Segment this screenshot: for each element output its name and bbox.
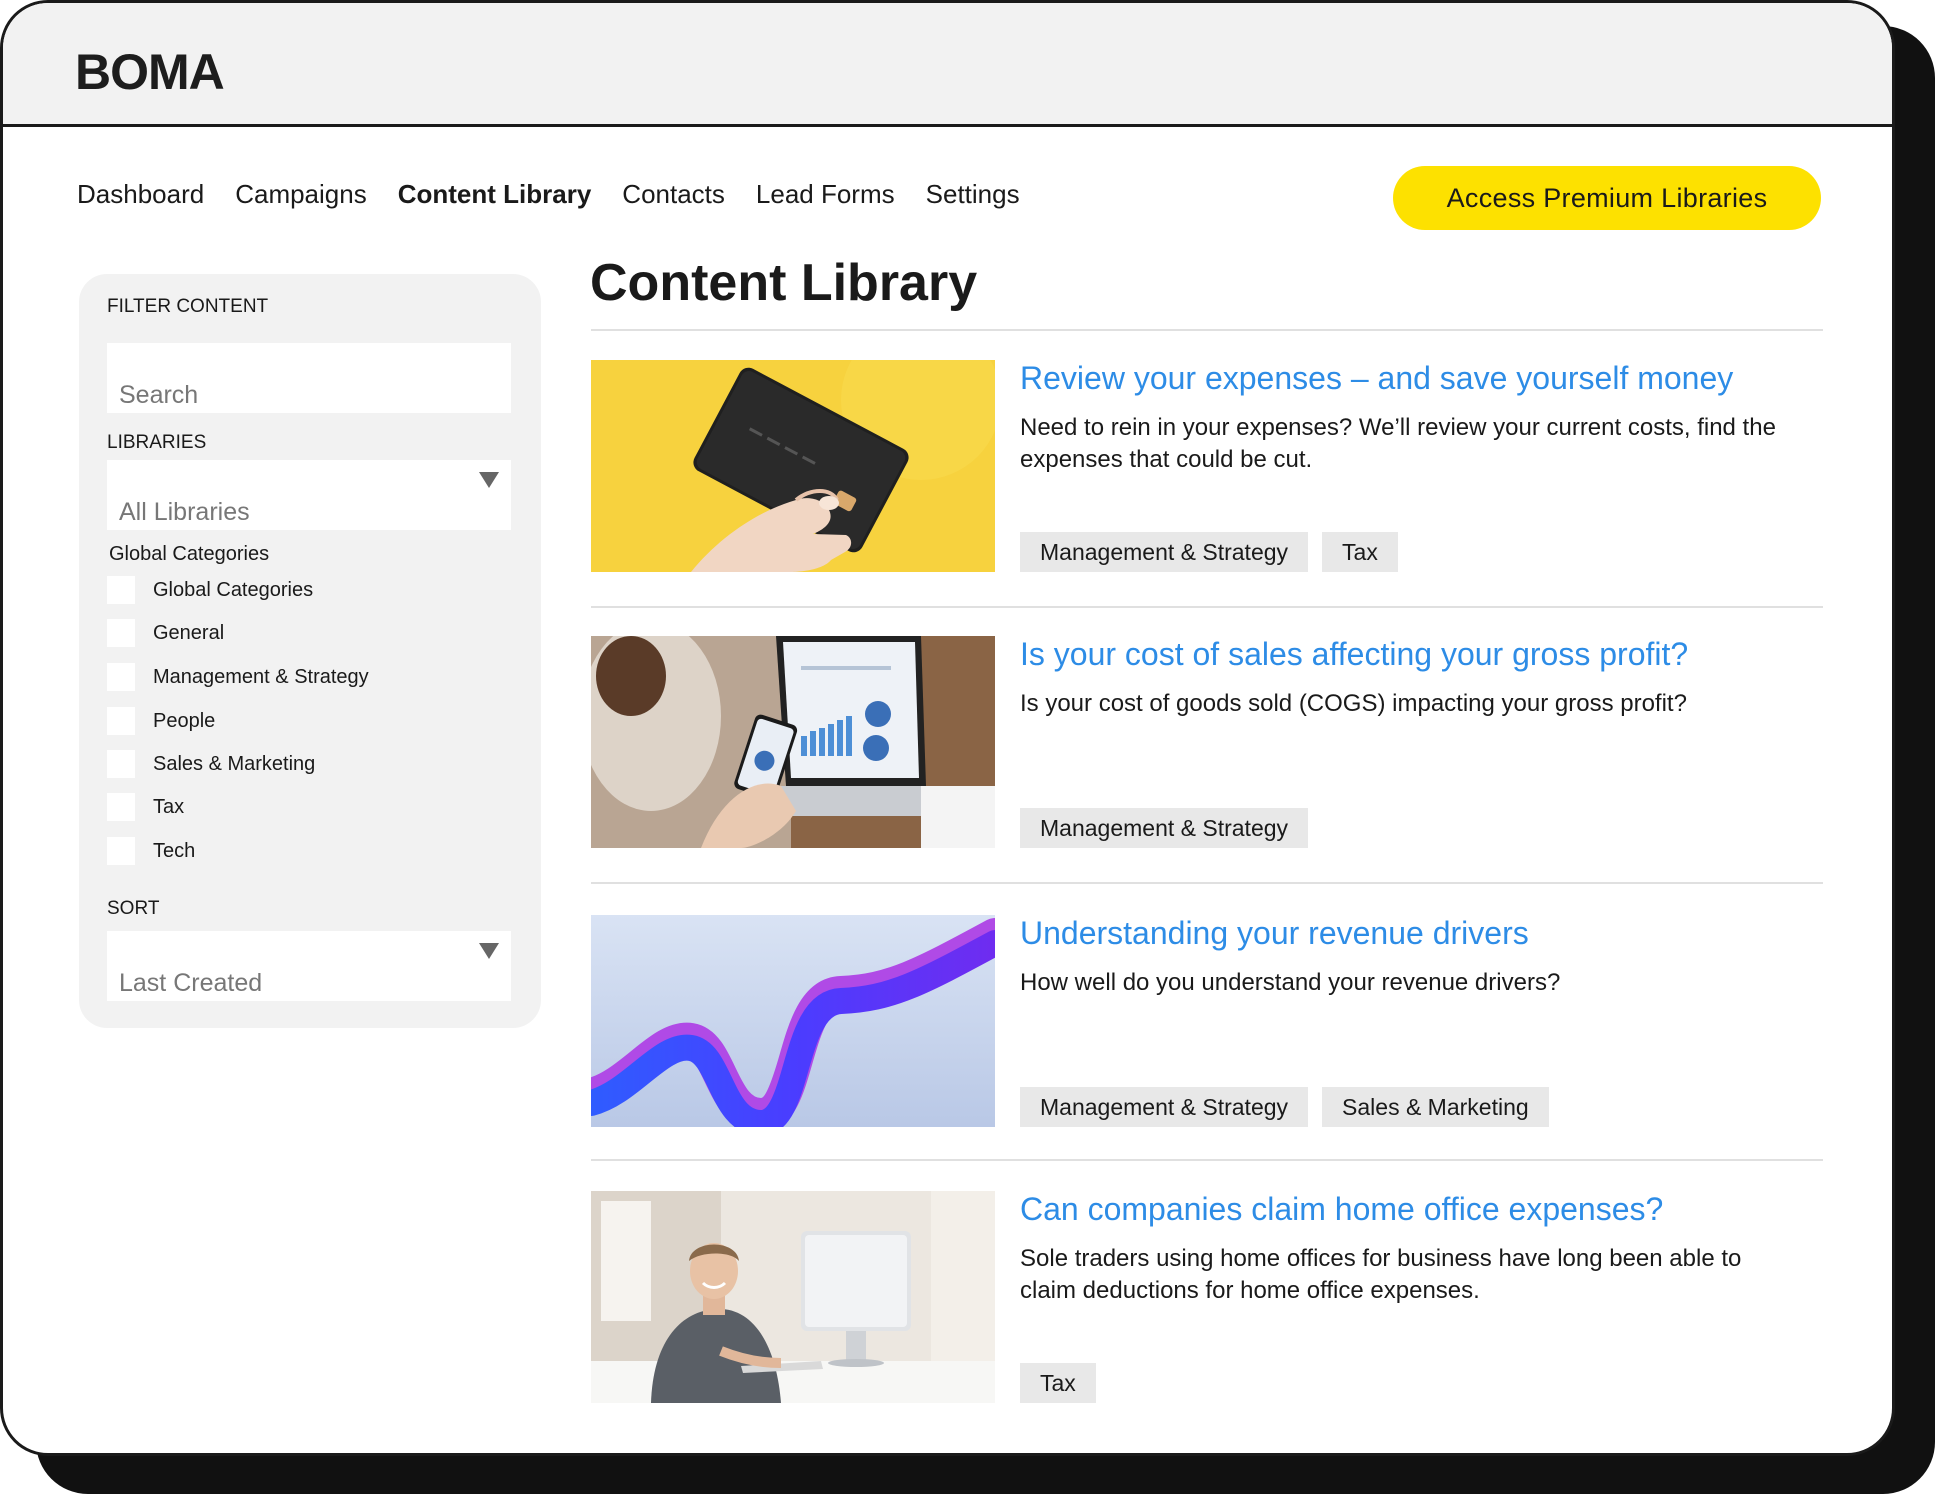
tag[interactable]: Sales & Marketing [1322, 1087, 1549, 1127]
checkbox[interactable] [107, 576, 135, 604]
article-card[interactable]: Can companies claim home office expenses… [591, 1191, 1823, 1405]
search-input[interactable]: Search [107, 343, 511, 413]
article-title[interactable]: Review your expenses – and save yourself… [1020, 360, 1733, 397]
category-label: Global Categories [153, 578, 314, 601]
main-nav: Dashboard Campaigns Content Library Cont… [77, 179, 1051, 210]
boma-logo[interactable]: BOMA [75, 43, 225, 101]
divider [591, 1159, 1823, 1161]
category-label: Tax [153, 795, 185, 818]
article-title[interactable]: Is your cost of sales affecting your gro… [1020, 636, 1688, 673]
divider [591, 882, 1823, 884]
sort-label: SORT [107, 898, 160, 919]
category-general[interactable]: General [107, 619, 224, 647]
category-tax[interactable]: Tax [107, 793, 184, 821]
libraries-select-value: All Libraries [119, 498, 250, 526]
article-tags: Tax [1020, 1363, 1110, 1403]
credit-card-image[interactable] [591, 360, 995, 572]
category-tech[interactable]: Tech [107, 837, 195, 865]
tag[interactable]: Management & Strategy [1020, 1087, 1309, 1127]
category-management-strategy[interactable]: Management & Strategy [107, 663, 369, 691]
article-tags: Management & Strategy [1020, 808, 1322, 848]
laptop-charts-image[interactable] [591, 636, 995, 848]
checkbox[interactable] [107, 837, 135, 865]
tag[interactable]: Tax [1020, 1363, 1096, 1403]
global-categories-heading: Global Categories [109, 543, 270, 565]
article-description: Is your cost of goods sold (COGS) impact… [1020, 690, 1687, 717]
browser-window: BOMA Dashboard Campaigns Content Library… [0, 0, 1895, 1456]
access-premium-libraries-button[interactable]: Access Premium Libraries [1393, 166, 1821, 230]
article-description: How well do you understand your revenue … [1020, 969, 1561, 996]
article-card[interactable]: Review your expenses – and save yourself… [591, 360, 1823, 574]
article-description: Sole traders using home offices for busi… [1020, 1245, 1742, 1304]
tag[interactable]: Tax [1322, 532, 1398, 572]
article-tags: Management & Strategy Sales & Marketing [1020, 1087, 1563, 1127]
category-sales-marketing[interactable]: Sales & Marketing [107, 750, 315, 778]
libraries-label: LIBRARIES [107, 432, 207, 453]
article-tags: Management & Strategy Tax [1020, 532, 1412, 572]
home-office-image[interactable] [591, 1191, 995, 1403]
checkbox[interactable] [107, 750, 135, 778]
nav-contacts[interactable]: Contacts [622, 179, 725, 210]
nav-dashboard[interactable]: Dashboard [77, 179, 204, 210]
category-label: Tech [153, 839, 196, 862]
category-global-categories[interactable]: Global Categories [107, 576, 313, 604]
search-placeholder: Search [119, 381, 199, 409]
article-card[interactable]: Understanding your revenue drivers How w… [591, 915, 1823, 1129]
divider [591, 329, 1823, 331]
top-bar: BOMA [3, 3, 1892, 127]
category-label: People [153, 709, 216, 732]
libraries-select[interactable]: All Libraries [107, 460, 511, 530]
category-label: Sales & Marketing [153, 752, 316, 775]
checkbox[interactable] [107, 663, 135, 691]
filter-sidebar: FILTER CONTENT Search LIBRARIES All Libr… [79, 274, 541, 1028]
article-title[interactable]: Can companies claim home office expenses… [1020, 1191, 1663, 1228]
filter-content-label: FILTER CONTENT [107, 296, 269, 317]
page-title: Content Library [590, 254, 978, 312]
chevron-down-icon [479, 472, 499, 488]
chevron-down-icon [479, 943, 499, 959]
category-people[interactable]: People [107, 707, 215, 735]
sort-select[interactable]: Last Created [107, 931, 511, 1001]
tag[interactable]: Management & Strategy [1020, 808, 1309, 848]
nav-lead-forms[interactable]: Lead Forms [756, 179, 895, 210]
nav-content-library[interactable]: Content Library [398, 179, 592, 210]
category-label: General [153, 621, 225, 644]
nav-settings[interactable]: Settings [926, 179, 1020, 210]
checkbox[interactable] [107, 619, 135, 647]
divider [591, 606, 1823, 608]
tag[interactable]: Management & Strategy [1020, 532, 1309, 572]
wave-ribbon-image[interactable] [591, 915, 995, 1127]
checkbox[interactable] [107, 707, 135, 735]
article-card[interactable]: Is your cost of sales affecting your gro… [591, 636, 1823, 850]
category-label: Management & Strategy [153, 665, 369, 688]
article-description: Need to rein in your expenses? We’ll rev… [1020, 414, 1776, 473]
article-title[interactable]: Understanding your revenue drivers [1020, 915, 1529, 952]
sort-select-value: Last Created [119, 969, 263, 997]
nav-campaigns[interactable]: Campaigns [235, 179, 367, 210]
checkbox[interactable] [107, 793, 135, 821]
